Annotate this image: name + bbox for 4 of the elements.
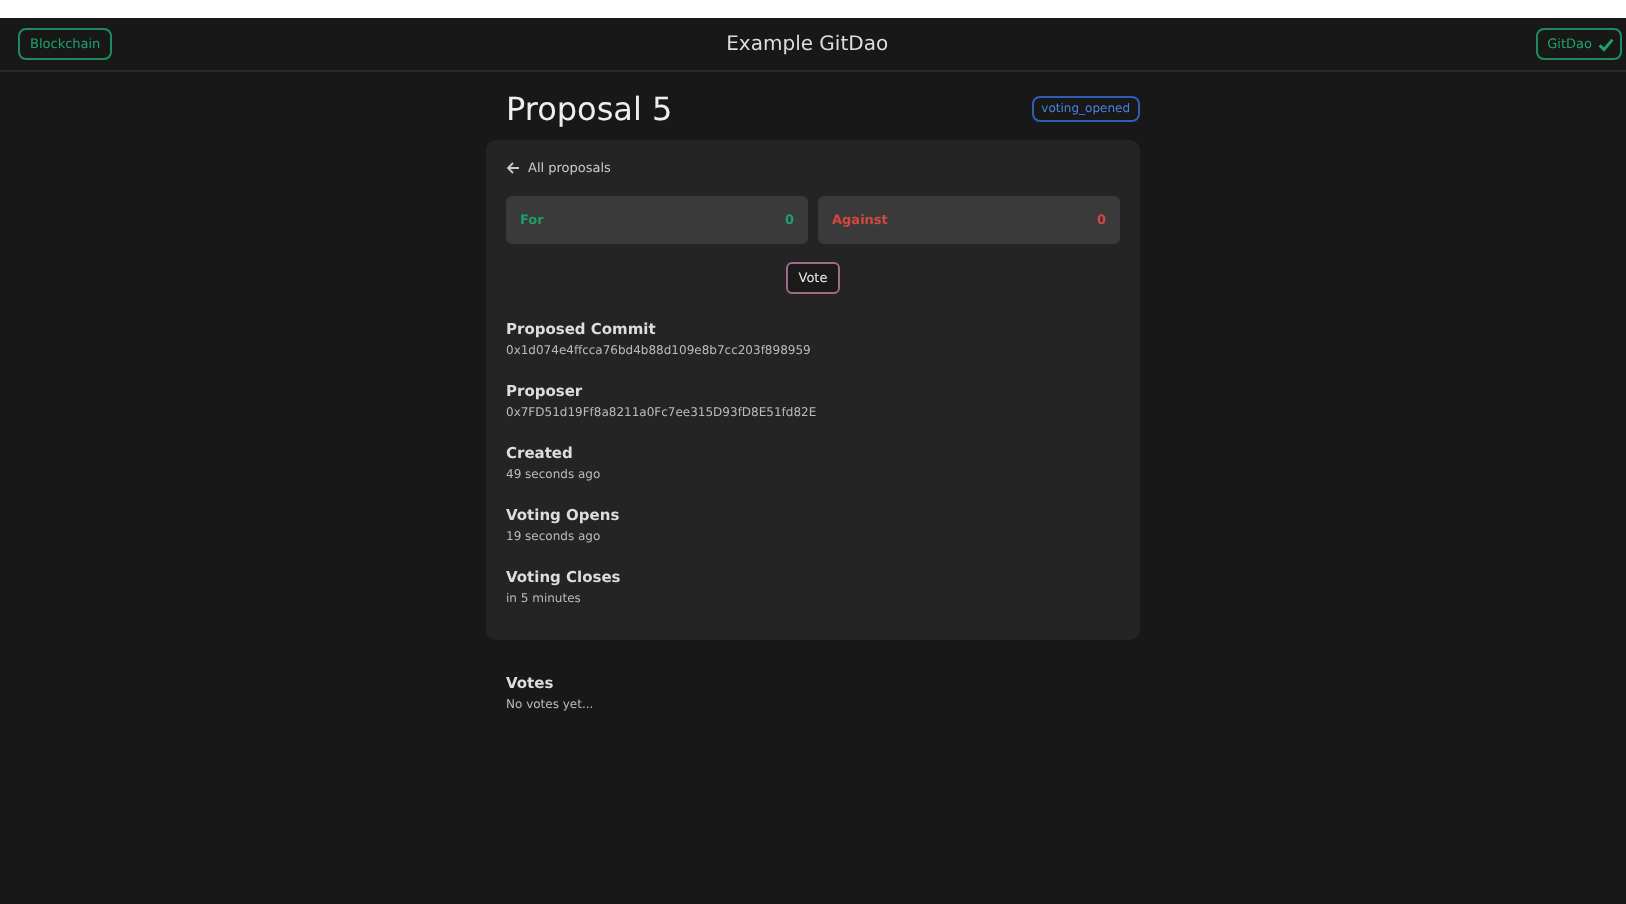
back-arrow-icon bbox=[506, 162, 520, 174]
app-title: Example GitDao bbox=[726, 33, 889, 55]
check-icon bbox=[1598, 37, 1614, 51]
proposal-title: Proposal 5 bbox=[506, 90, 673, 128]
